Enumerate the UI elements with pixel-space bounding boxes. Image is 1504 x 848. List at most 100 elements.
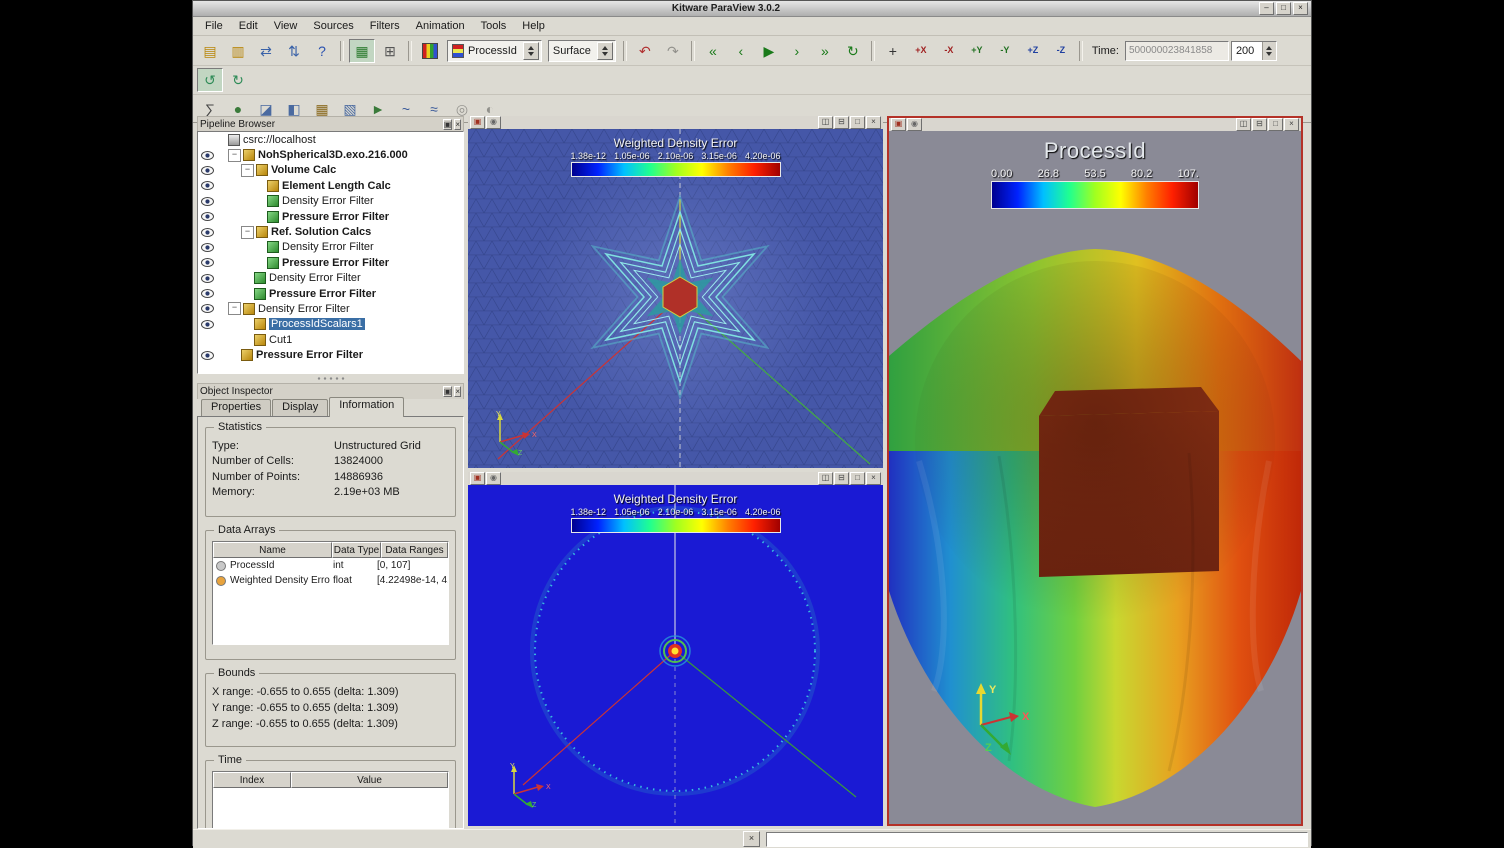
frame-spinbox[interactable]: 200 bbox=[1231, 41, 1277, 61]
set-view-plus-z-button[interactable]: +Z bbox=[1020, 39, 1046, 63]
camera-redo-button[interactable]: ↻ bbox=[225, 68, 251, 92]
pipeline-item[interactable]: −Volume Calc bbox=[198, 163, 463, 178]
menu-item-sources[interactable]: Sources bbox=[305, 18, 361, 34]
eye-icon[interactable] bbox=[200, 243, 215, 252]
first-frame-button[interactable]: « bbox=[700, 39, 726, 63]
close-button[interactable]: × bbox=[1293, 2, 1308, 15]
menu-item-file[interactable]: File bbox=[197, 18, 231, 34]
panel-splitter[interactable] bbox=[197, 374, 464, 383]
pipeline-item[interactable]: Pressure Error Filter bbox=[198, 347, 463, 362]
pipeline-item[interactable]: Cut1 bbox=[198, 332, 463, 347]
connect-server-button[interactable]: ⇄ bbox=[253, 39, 279, 63]
tab-information[interactable]: Information bbox=[329, 397, 404, 417]
expander-icon[interactable]: − bbox=[228, 302, 241, 315]
loop-button[interactable]: ↻ bbox=[840, 39, 866, 63]
menu-item-help[interactable]: Help bbox=[514, 18, 553, 34]
camera-undo-button[interactable]: ↺ bbox=[197, 68, 223, 92]
edit-view-options-button[interactable]: ▣ bbox=[470, 472, 485, 485]
render-canvas-top[interactable]: Weighted Density Error 1.38e-121.05e-062… bbox=[468, 129, 883, 468]
edit-color-map-button[interactable] bbox=[417, 39, 443, 63]
time-value-field[interactable]: 500000023841858 bbox=[1125, 41, 1229, 61]
eye-icon[interactable] bbox=[200, 212, 215, 221]
edit-view-options-button[interactable]: ▣ bbox=[470, 116, 485, 129]
split-horizontal-button[interactable]: ◫ bbox=[818, 116, 833, 129]
undock-panel-button[interactable]: ▣ bbox=[443, 119, 453, 130]
set-view-plus-x-button[interactable]: +X bbox=[908, 39, 934, 63]
split-horizontal-button[interactable]: ◫ bbox=[1236, 118, 1251, 131]
eye-icon[interactable] bbox=[200, 228, 215, 237]
expander-icon[interactable]: − bbox=[241, 226, 254, 239]
eye-icon[interactable] bbox=[200, 258, 215, 267]
render-view-top[interactable]: ▣◉◫⊟□× bbox=[468, 116, 883, 468]
split-vertical-button[interactable]: ⊟ bbox=[834, 472, 849, 485]
close-view-button[interactable]: × bbox=[866, 116, 881, 129]
tab-properties[interactable]: Properties bbox=[201, 399, 271, 417]
maximize-view-button[interactable]: □ bbox=[1268, 118, 1283, 131]
spinner-arrows-icon[interactable] bbox=[1262, 42, 1276, 60]
pipeline-item[interactable]: ProcessIdScalars1 bbox=[198, 317, 463, 332]
spinner-arrows-icon[interactable] bbox=[597, 42, 613, 60]
expander-icon[interactable]: − bbox=[228, 149, 241, 162]
set-view-minus-x-button[interactable]: -X bbox=[936, 39, 962, 63]
expander-icon[interactable]: − bbox=[241, 164, 254, 177]
abort-button[interactable]: × bbox=[743, 831, 760, 847]
minimize-button[interactable]: – bbox=[1259, 2, 1274, 15]
pipeline-item[interactable]: −Density Error Filter bbox=[198, 301, 463, 316]
tab-display[interactable]: Display bbox=[272, 399, 328, 417]
data-array-row[interactable]: ProcessIdint[0, 107] bbox=[213, 558, 448, 573]
pipeline-item[interactable]: Density Error Filter bbox=[198, 271, 463, 286]
maximize-button[interactable]: □ bbox=[1276, 2, 1291, 15]
eye-icon[interactable] bbox=[200, 151, 215, 160]
color-legend-bottom[interactable]: Weighted Density Error 1.38e-121.05e-062… bbox=[571, 492, 781, 533]
eye-icon[interactable] bbox=[200, 181, 215, 190]
split-vertical-button[interactable]: ⊟ bbox=[1252, 118, 1267, 131]
menu-item-edit[interactable]: Edit bbox=[231, 18, 266, 34]
set-view-plus-y-button[interactable]: +Y bbox=[964, 39, 990, 63]
pipeline-item[interactable]: Pressure Error Filter bbox=[198, 255, 463, 270]
column-header[interactable]: Data Type bbox=[332, 542, 381, 558]
title-bar[interactable]: Kitware ParaView 3.0.2 – □ × bbox=[193, 1, 1311, 17]
render-view-bottom[interactable]: ▣◉ ◫⊟□× Weighted Density Error 1.38e-121.… bbox=[468, 472, 883, 826]
pipeline-item[interactable]: Pressure Error Filter bbox=[198, 286, 463, 301]
pipeline-item[interactable]: Element Length Calc bbox=[198, 178, 463, 193]
split-horizontal-button[interactable]: ◫ bbox=[818, 472, 833, 485]
camera-button[interactable]: ◉ bbox=[486, 472, 501, 485]
menu-item-animation[interactable]: Animation bbox=[408, 18, 473, 34]
render-canvas-bottom[interactable]: Weighted Density Error 1.38e-121.05e-062… bbox=[468, 485, 883, 826]
undock-panel-button[interactable]: ▣ bbox=[443, 386, 453, 397]
color-by-combo[interactable]: ProcessId bbox=[447, 40, 542, 62]
reset-camera-button[interactable]: + bbox=[880, 39, 906, 63]
render-canvas-right[interactable]: ProcessId 0.0026.853.580.2107. Y X Z bbox=[889, 131, 1301, 824]
set-view-minus-z-button[interactable]: -Z bbox=[1048, 39, 1074, 63]
edit-view-options-button[interactable]: ▣ bbox=[891, 118, 906, 131]
close-panel-button[interactable]: × bbox=[454, 386, 461, 397]
disconnect-server-button[interactable]: ⇅ bbox=[281, 39, 307, 63]
eye-icon[interactable] bbox=[200, 274, 215, 283]
color-legend-top[interactable]: Weighted Density Error 1.38e-121.05e-062… bbox=[571, 136, 781, 177]
menu-item-filters[interactable]: Filters bbox=[362, 18, 408, 34]
last-frame-button[interactable]: » bbox=[812, 39, 838, 63]
set-view-minus-y-button[interactable]: -Y bbox=[992, 39, 1018, 63]
previous-frame-button[interactable]: ‹ bbox=[728, 39, 754, 63]
pipeline-item[interactable]: csrc://localhost bbox=[198, 132, 463, 147]
spinner-arrows-icon[interactable] bbox=[523, 42, 539, 60]
next-frame-button[interactable]: › bbox=[784, 39, 810, 63]
eye-icon[interactable] bbox=[200, 304, 215, 313]
eye-icon[interactable] bbox=[200, 197, 215, 206]
pipeline-tree[interactable]: csrc://localhost−NohSpherical3D.exo.216.… bbox=[197, 131, 464, 374]
camera-button[interactable]: ◉ bbox=[907, 118, 922, 131]
eye-icon[interactable] bbox=[200, 289, 215, 298]
close-view-button[interactable]: × bbox=[866, 472, 881, 485]
render-view-right[interactable]: ▣◉◫⊟□× bbox=[887, 116, 1303, 826]
pipeline-item[interactable]: Density Error Filter bbox=[198, 194, 463, 209]
maximize-view-button[interactable]: □ bbox=[850, 116, 865, 129]
menu-item-view[interactable]: View bbox=[266, 18, 306, 34]
open-file-button[interactable]: ▤ bbox=[197, 39, 223, 63]
representation-combo[interactable]: Surface bbox=[548, 40, 616, 62]
split-vertical-button[interactable]: ⊟ bbox=[834, 116, 849, 129]
pipeline-item[interactable]: −NohSpherical3D.exo.216.000 bbox=[198, 147, 463, 162]
maximize-view-button[interactable]: □ bbox=[850, 472, 865, 485]
undo-button[interactable]: ↶ bbox=[632, 39, 658, 63]
eye-icon[interactable] bbox=[200, 166, 215, 175]
menu-item-tools[interactable]: Tools bbox=[473, 18, 515, 34]
